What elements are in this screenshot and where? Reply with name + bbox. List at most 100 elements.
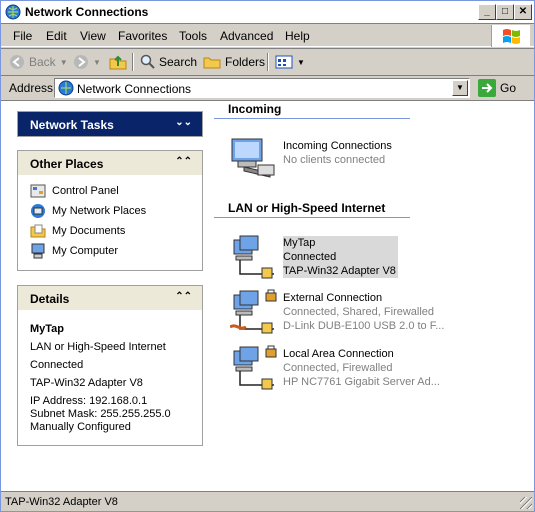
detail-config: Manually Configured bbox=[30, 421, 131, 433]
connection-text: External Connection Connected, Shared, F… bbox=[283, 291, 444, 333]
views-button[interactable]: ▼ bbox=[275, 53, 305, 71]
folders-button[interactable]: Folders bbox=[203, 53, 265, 71]
connection-text: MyTap Connected TAP-Win32 Adapter V8 bbox=[283, 236, 398, 278]
connection-device: TAP-Win32 Adapter V8 bbox=[283, 265, 396, 277]
network-tasks-panel[interactable]: Network Tasks ⌄⌄ bbox=[17, 111, 203, 137]
documents-folder-icon bbox=[30, 224, 46, 238]
explorer-window: Network Connections _ □ ✕ File Edit View… bbox=[0, 0, 535, 512]
network-tasks-title: Network Tasks bbox=[30, 118, 114, 132]
my-computer-label: My Computer bbox=[52, 245, 119, 257]
up-folder-button[interactable] bbox=[109, 53, 127, 71]
back-arrow-icon bbox=[10, 55, 24, 69]
menu-help[interactable]: Help bbox=[285, 29, 310, 43]
lan-connection-shared-icon bbox=[230, 289, 277, 334]
other-places-header[interactable]: Other Places ⌃⌃ bbox=[18, 151, 202, 175]
expand-chevron-icon[interactable]: ⌄⌄ bbox=[175, 117, 192, 128]
link-my-network-places[interactable]: My Network Places bbox=[30, 203, 146, 219]
views-dropdown-icon: ▼ bbox=[297, 57, 305, 67]
group-divider bbox=[214, 118, 410, 119]
lan-connection-icon bbox=[233, 235, 274, 279]
link-my-documents[interactable]: My Documents bbox=[30, 223, 125, 239]
back-label: Back bbox=[29, 55, 56, 69]
connection-text: Local Area Connection Connected, Firewal… bbox=[283, 347, 440, 389]
group-divider bbox=[214, 217, 410, 218]
connection-external[interactable]: External Connection Connected, Shared, F… bbox=[230, 289, 460, 337]
connection-mytap[interactable]: MyTap Connected TAP-Win32 Adapter V8 bbox=[230, 234, 430, 282]
forward-dropdown-icon: ▼ bbox=[93, 57, 101, 67]
details-header[interactable]: Details ⌃⌃ bbox=[18, 286, 202, 310]
connection-device: HP NC7761 Gigabit Server Ad... bbox=[283, 376, 440, 388]
menu-advanced[interactable]: Advanced bbox=[220, 29, 273, 43]
address-bar: Address Network Connections ▼ Go bbox=[1, 75, 534, 100]
menu-favorites[interactable]: Favorites bbox=[118, 29, 167, 43]
incoming-connection-icon bbox=[231, 138, 275, 178]
link-control-panel[interactable]: Control Panel bbox=[30, 183, 119, 199]
address-dropdown-button[interactable]: ▼ bbox=[452, 80, 468, 96]
connection-text: Incoming Connections No clients connecte… bbox=[283, 139, 392, 167]
lan-connection-firewalled-icon bbox=[233, 345, 277, 390]
folders-icon bbox=[203, 57, 221, 69]
other-places-panel: Other Places ⌃⌃ Control Panel My Network… bbox=[17, 150, 203, 271]
task-pane: Network Tasks ⌄⌄ Other Places ⌃⌃ Control… bbox=[1, 101, 213, 491]
network-connections-icon bbox=[5, 4, 21, 20]
connection-status: Connected bbox=[283, 251, 337, 263]
address-label: Address bbox=[9, 81, 54, 95]
menu-file[interactable]: File bbox=[13, 29, 32, 43]
title-bar[interactable]: Network Connections _ □ ✕ bbox=[1, 1, 534, 24]
group-header-incoming: Incoming bbox=[228, 102, 282, 116]
my-documents-label: My Documents bbox=[52, 225, 126, 237]
network-places-icon bbox=[31, 204, 45, 218]
menu-edit[interactable]: Edit bbox=[46, 29, 67, 43]
my-network-places-label: My Network Places bbox=[52, 205, 147, 217]
detail-type: LAN or High-Speed Internet bbox=[30, 341, 166, 353]
address-input[interactable]: Network Connections ▼ bbox=[54, 78, 470, 98]
search-label: Search bbox=[159, 55, 198, 69]
control-panel-label: Control Panel bbox=[52, 185, 119, 197]
go-button[interactable]: Go bbox=[478, 79, 516, 97]
menu-view[interactable]: View bbox=[80, 29, 106, 43]
windows-logo bbox=[491, 25, 530, 47]
details-title: Details bbox=[30, 292, 70, 306]
search-icon bbox=[140, 54, 155, 69]
standard-toolbar: Back ▼ ▼ Search Folders ▼ bbox=[1, 48, 534, 76]
status-bar: TAP-Win32 Adapter V8 bbox=[1, 491, 534, 511]
toolbar-separator bbox=[267, 53, 269, 71]
toolbar-separator bbox=[132, 53, 134, 71]
windows-flag-icon bbox=[503, 29, 520, 44]
collapse-chevron-icon[interactable]: ⌃⌃ bbox=[175, 291, 192, 302]
connection-status: Connected, Shared, Firewalled bbox=[283, 306, 435, 318]
views-icon bbox=[275, 55, 293, 69]
network-tasks-header[interactable]: Network Tasks ⌄⌄ bbox=[18, 112, 202, 136]
status-text: TAP-Win32 Adapter V8 bbox=[5, 496, 118, 508]
connection-name: MyTap bbox=[283, 237, 316, 249]
connections-list: Incoming Incoming Connections No clients… bbox=[214, 101, 534, 491]
up-folder-icon bbox=[109, 55, 127, 70]
address-value: Network Connections bbox=[77, 82, 192, 96]
detail-adapter: TAP-Win32 Adapter V8 bbox=[30, 377, 143, 389]
close-button[interactable]: ✕ bbox=[514, 4, 532, 20]
go-label: Go bbox=[500, 81, 517, 95]
connection-local-area[interactable]: Local Area Connection Connected, Firewal… bbox=[230, 345, 460, 393]
link-my-computer[interactable]: My Computer bbox=[30, 243, 118, 259]
forward-button[interactable]: ▼ bbox=[73, 53, 101, 71]
detail-mask: Subnet Mask: 255.255.255.0 bbox=[30, 408, 171, 420]
collapse-chevron-icon[interactable]: ⌃⌃ bbox=[175, 156, 192, 167]
window-title: Network Connections bbox=[25, 5, 149, 19]
connection-status: Connected, Firewalled bbox=[283, 362, 393, 374]
back-button[interactable]: Back ▼ bbox=[9, 53, 68, 71]
connection-name: External Connection bbox=[283, 292, 383, 304]
detail-ip: IP Address: 192.168.0.1 bbox=[30, 395, 148, 407]
minimize-button[interactable]: _ bbox=[478, 4, 496, 20]
resize-grip-icon[interactable] bbox=[520, 497, 532, 509]
search-button[interactable]: Search bbox=[139, 53, 197, 71]
network-connections-icon bbox=[58, 80, 74, 96]
control-panel-icon bbox=[30, 184, 46, 198]
content-area: Network Tasks ⌄⌄ Other Places ⌃⌃ Control… bbox=[1, 100, 534, 491]
connection-incoming[interactable]: Incoming Connections No clients connecte… bbox=[230, 137, 430, 178]
other-places-title: Other Places bbox=[30, 157, 104, 171]
forward-arrow-icon bbox=[74, 55, 88, 69]
menu-tools[interactable]: Tools bbox=[179, 29, 207, 43]
connection-status: No clients connected bbox=[283, 154, 386, 166]
computer-icon bbox=[31, 243, 45, 259]
maximize-button[interactable]: □ bbox=[496, 4, 514, 20]
